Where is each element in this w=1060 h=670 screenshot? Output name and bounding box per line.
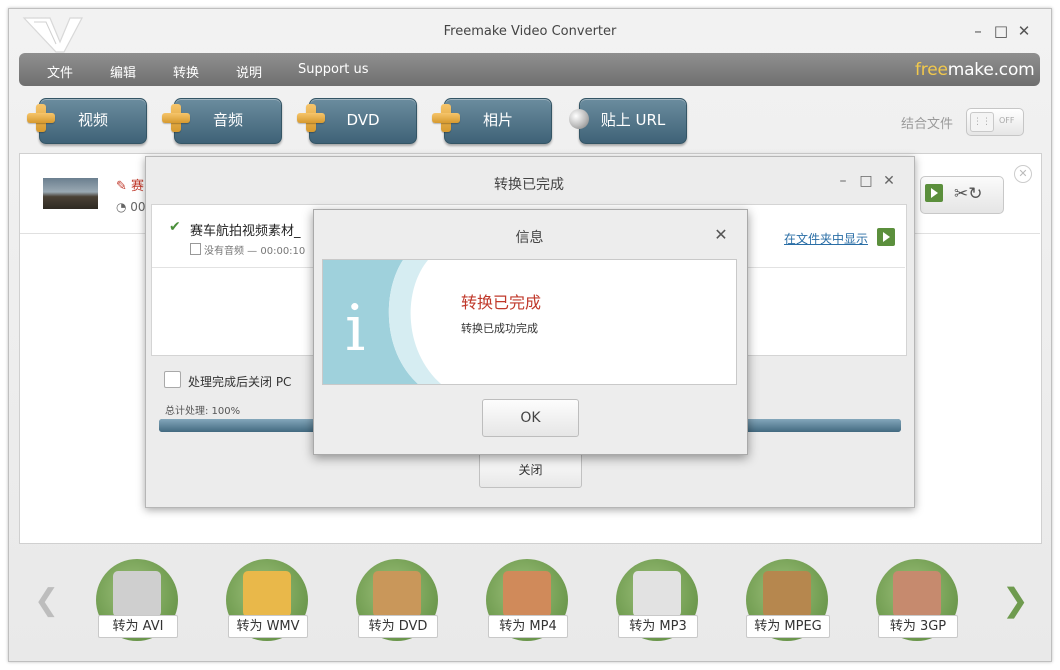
format-swatch xyxy=(893,571,941,617)
dialog-close-button[interactable]: ✕ xyxy=(880,173,898,189)
to-mp3-button[interactable]: 转为 MP3 xyxy=(618,615,698,638)
plus-icon xyxy=(27,104,55,132)
total-progress-label: 总计处理: 100% xyxy=(165,402,240,417)
add-dvd-button[interactable]: DVD xyxy=(309,98,417,144)
app-title: Freemake Video Converter xyxy=(0,24,1060,39)
globe-icon xyxy=(569,109,589,129)
converted-file-meta-text: 没有音频 — 00:00:10 xyxy=(204,246,305,257)
plus-icon xyxy=(162,104,190,132)
info-dialog-title: 信息 xyxy=(313,227,746,247)
add-video-button[interactable]: 视频 xyxy=(39,98,147,144)
menu-help[interactable]: 说明 xyxy=(236,62,262,81)
menu-convert[interactable]: 转换 xyxy=(173,62,199,81)
play-icon[interactable] xyxy=(925,184,943,202)
menu-support-us[interactable]: Support us xyxy=(298,62,369,77)
join-files-toggle[interactable]: ⋮⋮ OFF xyxy=(966,108,1024,136)
format-swatch xyxy=(113,571,161,617)
paste-url-button[interactable]: 贴上 URL xyxy=(579,98,687,144)
info-heading: 转换已完成 xyxy=(461,289,541,313)
info-icon: i xyxy=(323,260,443,384)
file-name[interactable]: ✎ 赛 xyxy=(116,175,144,194)
close-button[interactable]: 关闭 xyxy=(479,452,582,488)
conversion-dialog-title: 转换已完成 xyxy=(145,174,913,194)
plus-icon xyxy=(432,104,460,132)
brand-logo[interactable]: freemake.com xyxy=(915,60,1035,80)
to-mpeg-button[interactable]: 转为 MPEG xyxy=(746,615,830,638)
converted-file-name: 赛车航拍视频素材_ xyxy=(190,220,301,239)
open-folder-play-icon[interactable] xyxy=(877,228,895,246)
toggle-state: OFF xyxy=(999,116,1015,125)
cut-rotate-icon[interactable]: ✂↻ xyxy=(954,184,983,204)
format-swatch xyxy=(243,571,291,617)
dialog-maximize-button[interactable]: □ xyxy=(857,173,875,189)
info-message: 转换已成功完成 xyxy=(461,320,538,336)
menu-file[interactable]: 文件 xyxy=(47,62,73,81)
to-dvd-button[interactable]: 转为 DVD xyxy=(358,615,438,638)
checkmark-icon: ✔ xyxy=(169,219,181,235)
shutdown-checkbox[interactable] xyxy=(164,371,181,388)
file-duration-text: 00 xyxy=(130,200,145,214)
show-in-folder-link[interactable]: 在文件夹中显示 xyxy=(784,230,868,247)
to-wmv-button[interactable]: 转为 WMV xyxy=(228,615,308,638)
shutdown-label: 处理完成后关闭 PC xyxy=(188,373,291,390)
info-close-button[interactable]: ✕ xyxy=(712,225,730,244)
close-window-button[interactable]: ✕ xyxy=(1013,20,1035,42)
add-audio-button[interactable]: 音频 xyxy=(174,98,282,144)
dialog-minimize-button[interactable]: – xyxy=(834,173,852,189)
join-files-label: 结合文件 xyxy=(901,113,953,132)
toggle-grip-icon: ⋮⋮ xyxy=(970,112,994,132)
to-avi-button[interactable]: 转为 AVI xyxy=(98,615,178,638)
brand-make: make.com xyxy=(948,60,1035,80)
svg-text:i: i xyxy=(345,292,365,366)
chevron-left-icon[interactable]: ❮ xyxy=(34,583,59,618)
format-swatch xyxy=(763,571,811,617)
maximize-button[interactable]: □ xyxy=(990,20,1012,42)
brand-free: free xyxy=(915,60,948,80)
to-3gp-button[interactable]: 转为 3GP xyxy=(878,615,958,638)
add-photo-button[interactable]: 相片 xyxy=(444,98,552,144)
film-icon xyxy=(190,243,201,255)
converted-file-meta: 没有音频 — 00:00:10 xyxy=(190,242,305,257)
menu-edit[interactable]: 编辑 xyxy=(110,62,136,81)
video-thumbnail[interactable] xyxy=(43,178,98,209)
chevron-right-icon[interactable]: ❯ xyxy=(1002,581,1029,619)
format-swatch xyxy=(373,571,421,617)
minimize-button[interactable]: – xyxy=(967,20,989,42)
ok-button[interactable]: OK xyxy=(482,399,579,437)
plus-icon xyxy=(297,104,325,132)
file-name-text: 赛 xyxy=(131,179,144,194)
format-swatch xyxy=(633,571,681,617)
file-duration: ◔ 00 xyxy=(116,200,146,214)
remove-file-icon[interactable]: ✕ xyxy=(1014,165,1032,183)
format-swatch xyxy=(503,571,551,617)
to-mp4-button[interactable]: 转为 MP4 xyxy=(488,615,568,638)
